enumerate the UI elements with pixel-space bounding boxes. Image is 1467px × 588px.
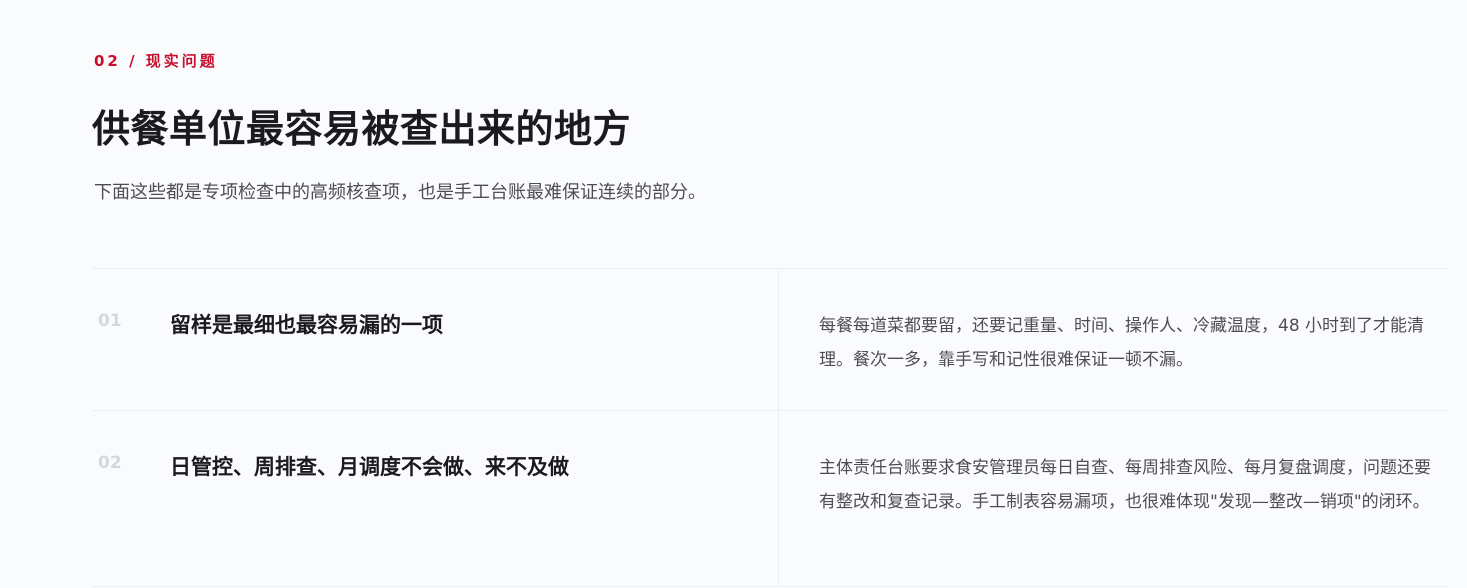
page: 02 / 现实问题 供餐单位最容易被查出来的地方 下面这些都是专项检查中的高频核… xyxy=(0,0,1467,588)
issue-number: 01 xyxy=(98,311,122,331)
issue-row: 01 留样是最细也最容易漏的一项 每餐每道菜都要留，还要记重量、时间、操作人、冷… xyxy=(92,269,1448,411)
issue-heading-cell: 01 留样是最细也最容易漏的一项 xyxy=(92,269,779,410)
issue-description-cell: 主体责任台账要求食安管理员每日自查、每周排查风险、每月复盘调度，问题还要有整改和… xyxy=(779,411,1448,586)
issue-title: 日管控、周排查、月调度不会做、来不及做 xyxy=(170,455,569,479)
page-title: 供餐单位最容易被查出来的地方 xyxy=(92,107,632,151)
issue-row: 02 日管控、周排查、月调度不会做、来不及做 主体责任台账要求食安管理员每日自查… xyxy=(92,411,1448,587)
page-subtitle: 下面这些都是专项检查中的高频核查项，也是手工台账最难保证连续的部分。 xyxy=(94,182,706,203)
issue-description: 主体责任台账要求食安管理员每日自查、每周排查风险、每月复盘调度，问题还要有整改和… xyxy=(819,458,1431,512)
issue-heading-cell: 02 日管控、周排查、月调度不会做、来不及做 xyxy=(92,411,779,586)
issue-description: 每餐每道菜都要留，还要记重量、时间、操作人、冷藏温度，48 小时到了才能清理。餐… xyxy=(819,316,1425,370)
section-kicker: 02 / 现实问题 xyxy=(94,52,218,70)
issue-list: 01 留样是最细也最容易漏的一项 每餐每道菜都要留，还要记重量、时间、操作人、冷… xyxy=(92,268,1448,587)
issue-title: 留样是最细也最容易漏的一项 xyxy=(170,313,443,337)
issue-number: 02 xyxy=(98,453,122,473)
issue-description-cell: 每餐每道菜都要留，还要记重量、时间、操作人、冷藏温度，48 小时到了才能清理。餐… xyxy=(779,269,1448,410)
